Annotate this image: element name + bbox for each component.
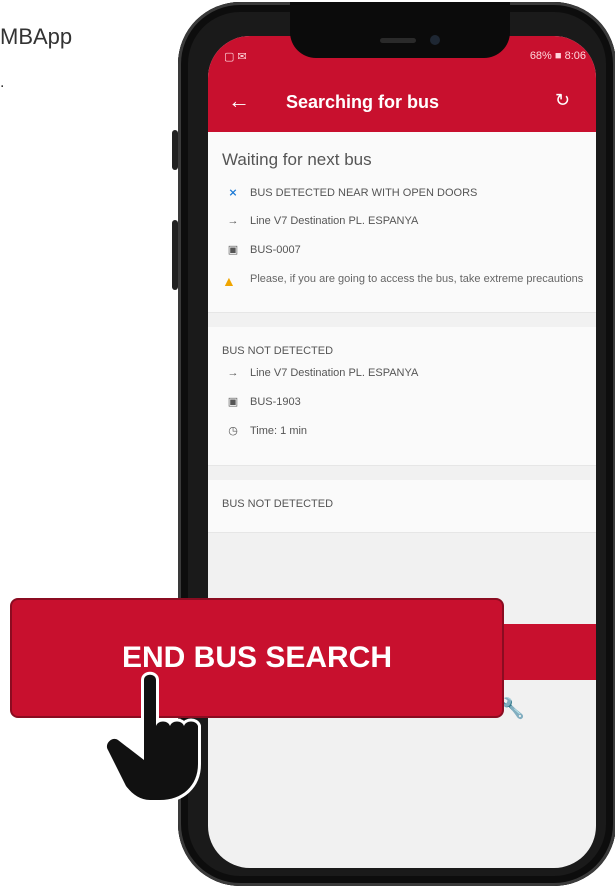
warning-text: Please, if you are going to access the b… xyxy=(250,273,584,285)
waiting-heading: Waiting for next bus xyxy=(222,150,372,169)
not-detected-card-2: BUS NOT DETECTED xyxy=(208,480,596,534)
phone-side-button xyxy=(172,220,178,290)
line-text: Line V7 Destination PL. ESPANYA xyxy=(250,367,419,380)
warning-icon: ▲ xyxy=(222,273,236,289)
phone-side-button xyxy=(172,130,178,170)
time-row: ◷ Time: 1 min xyxy=(222,424,586,438)
status-right: 68% ■ 8:06 xyxy=(529,50,586,62)
background-caption-dot: . xyxy=(0,74,5,91)
bus-id: BUS-1903 xyxy=(250,395,301,408)
not-detected-card-1: BUS NOT DETECTED → Line V7 Destination P… xyxy=(208,327,596,467)
arrow-left-icon[interactable]: ← xyxy=(228,88,250,114)
not-detected-label: BUS NOT DETECTED xyxy=(222,498,334,511)
warning-row: ▲ Please, if you are going to access the… xyxy=(222,272,586,290)
page-title: Searching for bus xyxy=(286,92,440,112)
speaker-grille xyxy=(380,38,416,43)
arrow-right-icon: → xyxy=(227,215,239,227)
status-left: ▢ ✉ xyxy=(224,51,247,63)
clock-icon: ◷ xyxy=(228,425,238,438)
bluetooth-row: ⨯ BUS DETECTED NEAR WITH OPEN DOORS xyxy=(222,186,586,200)
bus-id-row: ▣ BUS-1903 xyxy=(222,395,586,409)
line-row: → Line V7 Destination PL. ESPANYA xyxy=(222,367,586,379)
bluetooth-text: BUS DETECTED NEAR WITH OPEN DOORS xyxy=(250,186,478,199)
content: Waiting for next bus ⨯ BUS DETECTED NEAR… xyxy=(208,132,596,534)
bluetooth-icon: ⨯ xyxy=(228,187,238,199)
background-caption-title: MBApp xyxy=(0,24,73,49)
bus-id-row: ▣ BUS-0007 xyxy=(222,243,586,257)
bus-icon: ▣ xyxy=(227,244,239,256)
pointing-hand-icon xyxy=(104,671,201,803)
phone-screen: ▢ ✉ 68% ■ 8:06 ← Searching for bus ↻ Wai… xyxy=(208,36,596,868)
detected-card: Waiting for next bus ⨯ BUS DETECTED NEAR… xyxy=(208,132,596,314)
app-bar: ← Searching for bus ↻ xyxy=(208,74,596,132)
line-row: → Line V7 Destination PL. ESPANYA xyxy=(222,215,586,227)
wrench-icon[interactable]: 🔧 xyxy=(500,696,525,721)
time-text: Time: 1 min xyxy=(250,424,308,437)
not-detected-label: BUS NOT DETECTED xyxy=(222,345,334,358)
front-camera xyxy=(430,35,440,45)
line-text: Line V7 Destination PL. ESPANYA xyxy=(250,215,419,227)
end-bus-search-button[interactable]: END BUS SEARCH xyxy=(12,600,502,716)
arrow-right-icon: → xyxy=(227,367,239,380)
bus-icon: ▣ xyxy=(227,396,239,409)
bus-id: BUS-0007 xyxy=(250,243,301,256)
refresh-icon[interactable]: ↻ xyxy=(555,90,570,111)
phone-notch xyxy=(290,2,510,58)
